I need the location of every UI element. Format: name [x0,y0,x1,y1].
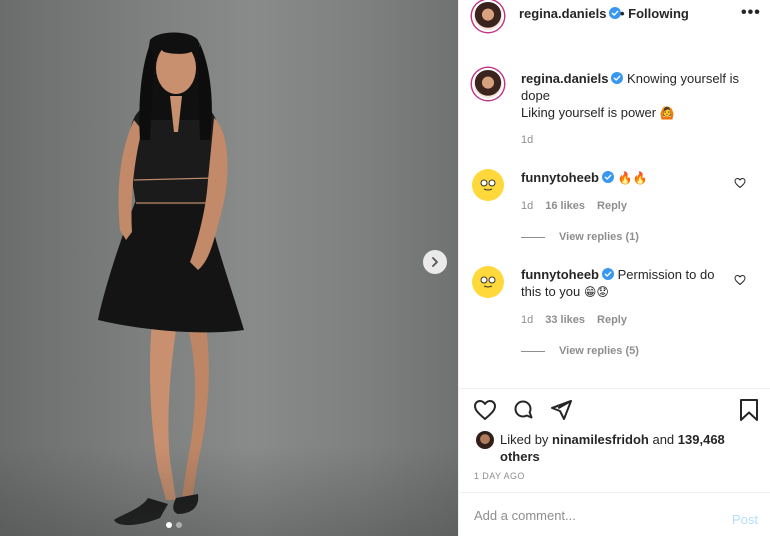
view-replies-button[interactable]: View replies (1) [521,231,639,243]
post-comment-button[interactable]: Post [732,512,758,527]
liked-by-and: and [652,432,675,447]
comment-meta: 1d 33 likes Reply [521,314,627,326]
commenter-avatar[interactable] [472,169,504,201]
post-side-panel: regina.daniels • Following ••• regina.da… [458,0,770,536]
view-replies-label: View replies (5) [559,345,639,357]
caption-line-2: Liking yourself is power [521,105,657,120]
comment-likes[interactable]: 16 likes [545,200,585,212]
save-bookmark-icon[interactable] [737,398,761,422]
more-options-icon[interactable]: ••• [741,4,761,22]
comment-emoji: 😁😟 [583,285,609,299]
comment-reply-button[interactable]: Reply [597,200,627,212]
post-header: regina.daniels • Following ••• [459,0,770,32]
caption-username[interactable]: regina.daniels [521,71,608,86]
comment-emoji: 🔥🔥 [617,171,648,185]
chevron-right-icon [432,257,438,267]
comments-list[interactable]: regina.daniels Knowing yourself is dope … [459,56,770,386]
carousel-dot [176,522,182,528]
carousel-dot-active [166,522,172,528]
author-username-wrap[interactable]: regina.daniels [519,6,622,21]
author-username[interactable]: regina.daniels [519,6,606,21]
post-photo[interactable] [0,0,458,536]
verified-badge-icon [611,72,624,84]
view-replies-label: View replies (1) [559,231,639,243]
commenter-username[interactable]: funnytoheeb [521,170,599,185]
replies-divider [521,236,545,238]
commenter-username[interactable]: funnytoheeb [521,267,599,282]
comment-bubble-icon[interactable] [511,398,535,422]
caption-time[interactable]: 1d [521,134,533,146]
like-comment-heart-icon[interactable] [734,274,746,286]
verified-badge-icon [602,171,614,183]
share-paper-plane-icon[interactable] [549,398,573,422]
following-label: Following [628,6,689,21]
comment-text: funnytoheeb 🔥🔥 [521,169,721,187]
caption-author-avatar[interactable] [472,68,504,100]
comment-time[interactable]: 1d [521,314,533,326]
liked-by-prefix: Liked by [500,432,549,447]
add-comment-input[interactable] [474,505,694,525]
comment-likes[interactable]: 33 likes [545,314,585,326]
view-replies-button[interactable]: View replies (5) [521,345,639,357]
author-avatar[interactable] [472,0,504,32]
emoji-face-icon [480,179,496,191]
caption-emoji: 🙆 [659,106,675,120]
like-comment-heart-icon[interactable] [734,177,746,189]
caption-text: regina.daniels Knowing yourself is dope … [521,70,749,122]
like-heart-icon[interactable] [473,398,497,422]
next-photo-button[interactable] [423,250,447,274]
comment-time[interactable]: 1d [521,200,533,212]
emoji-face-icon [480,276,496,288]
post-actions: Liked by ninamilesfridoh and 139,468 oth… [459,388,770,492]
add-comment-bar: Post [459,492,770,536]
replies-divider [521,350,545,352]
following-button[interactable]: • Following [620,6,689,21]
carousel-dots [166,522,182,528]
verified-badge-icon [602,268,614,280]
liker-avatar[interactable] [476,431,494,449]
comment-meta: 1d 16 likes Reply [521,200,627,212]
comment-text: funnytoheeb Permission to do this to you… [521,266,721,301]
post-timestamp[interactable]: 1 DAY AGO [474,471,525,481]
commenter-avatar[interactable] [472,266,504,298]
comment-reply-button[interactable]: Reply [597,314,627,326]
liked-by-text: Liked by ninamilesfridoh and 139,468 oth… [500,431,760,465]
photo-floor-shadow [0,446,458,536]
liked-by-user[interactable]: ninamilesfridoh [552,432,649,447]
